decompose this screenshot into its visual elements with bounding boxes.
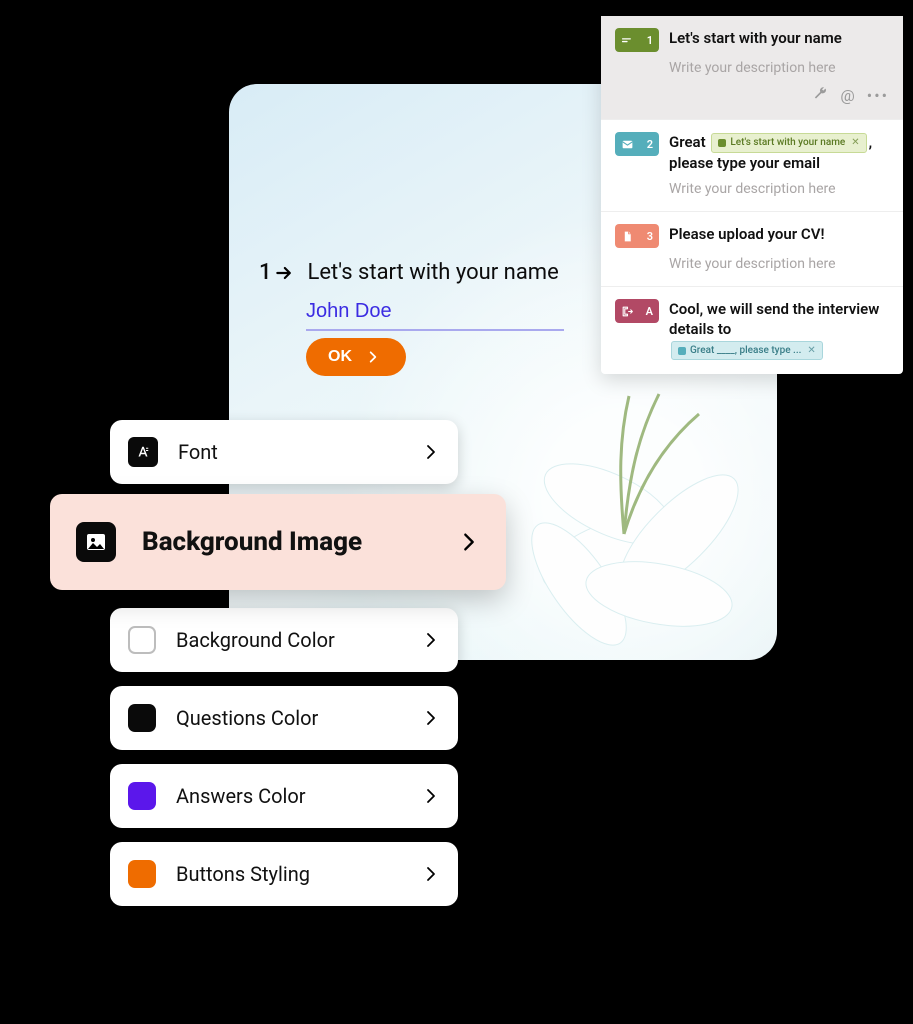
more-icon[interactable]: ••• bbox=[867, 86, 889, 105]
question-row: 1 Let's start with your name bbox=[259, 260, 559, 285]
chevron-right-icon bbox=[422, 631, 440, 649]
arrow-right-icon bbox=[274, 263, 294, 283]
file-icon bbox=[621, 230, 634, 243]
chevron-right-icon bbox=[422, 709, 440, 727]
badge-number: 2 bbox=[647, 138, 653, 151]
design-settings-list: Font Background Image Background Color Q… bbox=[110, 420, 458, 906]
question-item-1[interactable]: 1 Let's start with your name Write your … bbox=[601, 16, 903, 120]
question-title[interactable]: Let's start with your name bbox=[669, 28, 889, 48]
mention-icon[interactable]: @ bbox=[840, 86, 854, 105]
setting-label: Font bbox=[178, 440, 218, 464]
setting-label: Background Color bbox=[176, 628, 335, 652]
badge-number: 1 bbox=[647, 34, 653, 47]
answer-input[interactable] bbox=[306, 298, 564, 331]
setting-label: Answers Color bbox=[176, 784, 306, 808]
chevron-right-icon bbox=[422, 865, 440, 883]
chevron-right-icon bbox=[422, 787, 440, 805]
answers-color-swatch bbox=[128, 782, 156, 810]
question-description-placeholder[interactable]: Write your description here bbox=[669, 181, 889, 197]
setting-font[interactable]: Font bbox=[110, 420, 458, 484]
setting-background-color[interactable]: Background Color bbox=[110, 608, 458, 672]
question-title[interactable]: Please upload your CV! bbox=[669, 224, 889, 244]
file-upload-badge: 3 bbox=[615, 224, 659, 248]
recall-chip-text: Great ____, please type ... bbox=[690, 344, 801, 358]
setting-answers-color[interactable]: Answers Color bbox=[110, 764, 458, 828]
remove-chip-icon[interactable]: ✕ bbox=[851, 136, 859, 150]
font-icon bbox=[128, 437, 158, 467]
ending-badge: A bbox=[615, 299, 659, 323]
short-text-badge: 1 bbox=[615, 28, 659, 52]
buttons-color-swatch bbox=[128, 860, 156, 888]
email-badge: 2 bbox=[615, 132, 659, 156]
recall-chip[interactable]: Let's start with your name ✕ bbox=[711, 133, 866, 153]
question-description-placeholder[interactable]: Write your description here bbox=[669, 256, 889, 272]
wrench-icon[interactable] bbox=[812, 86, 828, 102]
question-number: 1 bbox=[259, 260, 294, 285]
mail-icon bbox=[621, 138, 634, 151]
background-color-swatch bbox=[128, 626, 156, 654]
question-title-prefix: Great bbox=[669, 133, 706, 151]
question-item-3[interactable]: 3 Please upload your CV! Write your desc… bbox=[601, 212, 903, 287]
ok-button[interactable]: OK bbox=[306, 338, 406, 376]
setting-label: Background Image bbox=[142, 527, 362, 557]
badge-number: A bbox=[646, 305, 653, 318]
question-title[interactable]: Great Let's start with your name ✕ , ple… bbox=[669, 132, 889, 173]
chevron-right-icon bbox=[366, 350, 380, 364]
setting-label: Buttons Styling bbox=[176, 862, 310, 886]
ok-button-label: OK bbox=[328, 348, 352, 366]
question-title[interactable]: Cool, we will send the interview details… bbox=[669, 299, 889, 360]
setting-background-image[interactable]: Background Image bbox=[50, 494, 506, 590]
badge-number: 3 bbox=[647, 230, 653, 243]
questions-color-swatch bbox=[128, 704, 156, 732]
question-description-placeholder[interactable]: Write your description here bbox=[669, 60, 889, 76]
background-flower-image bbox=[469, 384, 789, 664]
chevron-right-icon bbox=[458, 531, 480, 553]
remove-chip-icon[interactable]: ✕ bbox=[807, 344, 815, 358]
question-text: Let's start with your name bbox=[308, 260, 559, 285]
recall-chip-text: Let's start with your name bbox=[730, 136, 845, 150]
short-text-icon bbox=[621, 34, 634, 47]
setting-questions-color[interactable]: Questions Color bbox=[110, 686, 458, 750]
image-icon bbox=[76, 522, 116, 562]
questions-panel: 1 Let's start with your name Write your … bbox=[601, 16, 903, 374]
question-title-prefix: Cool, we will send the interview details… bbox=[669, 300, 879, 338]
setting-label: Questions Color bbox=[176, 706, 318, 730]
question-item-2[interactable]: 2 Great Let's start with your name ✕ , p… bbox=[601, 120, 903, 212]
question-item-4[interactable]: A Cool, we will send the interview detai… bbox=[601, 287, 903, 374]
short-text-icon bbox=[718, 139, 726, 147]
question-number-text: 1 bbox=[259, 260, 272, 285]
recall-chip[interactable]: Great ____, please type ... ✕ bbox=[671, 341, 823, 361]
exit-icon bbox=[621, 305, 634, 318]
setting-buttons-styling[interactable]: Buttons Styling bbox=[110, 842, 458, 906]
mail-icon bbox=[678, 347, 686, 355]
chevron-right-icon bbox=[422, 443, 440, 461]
